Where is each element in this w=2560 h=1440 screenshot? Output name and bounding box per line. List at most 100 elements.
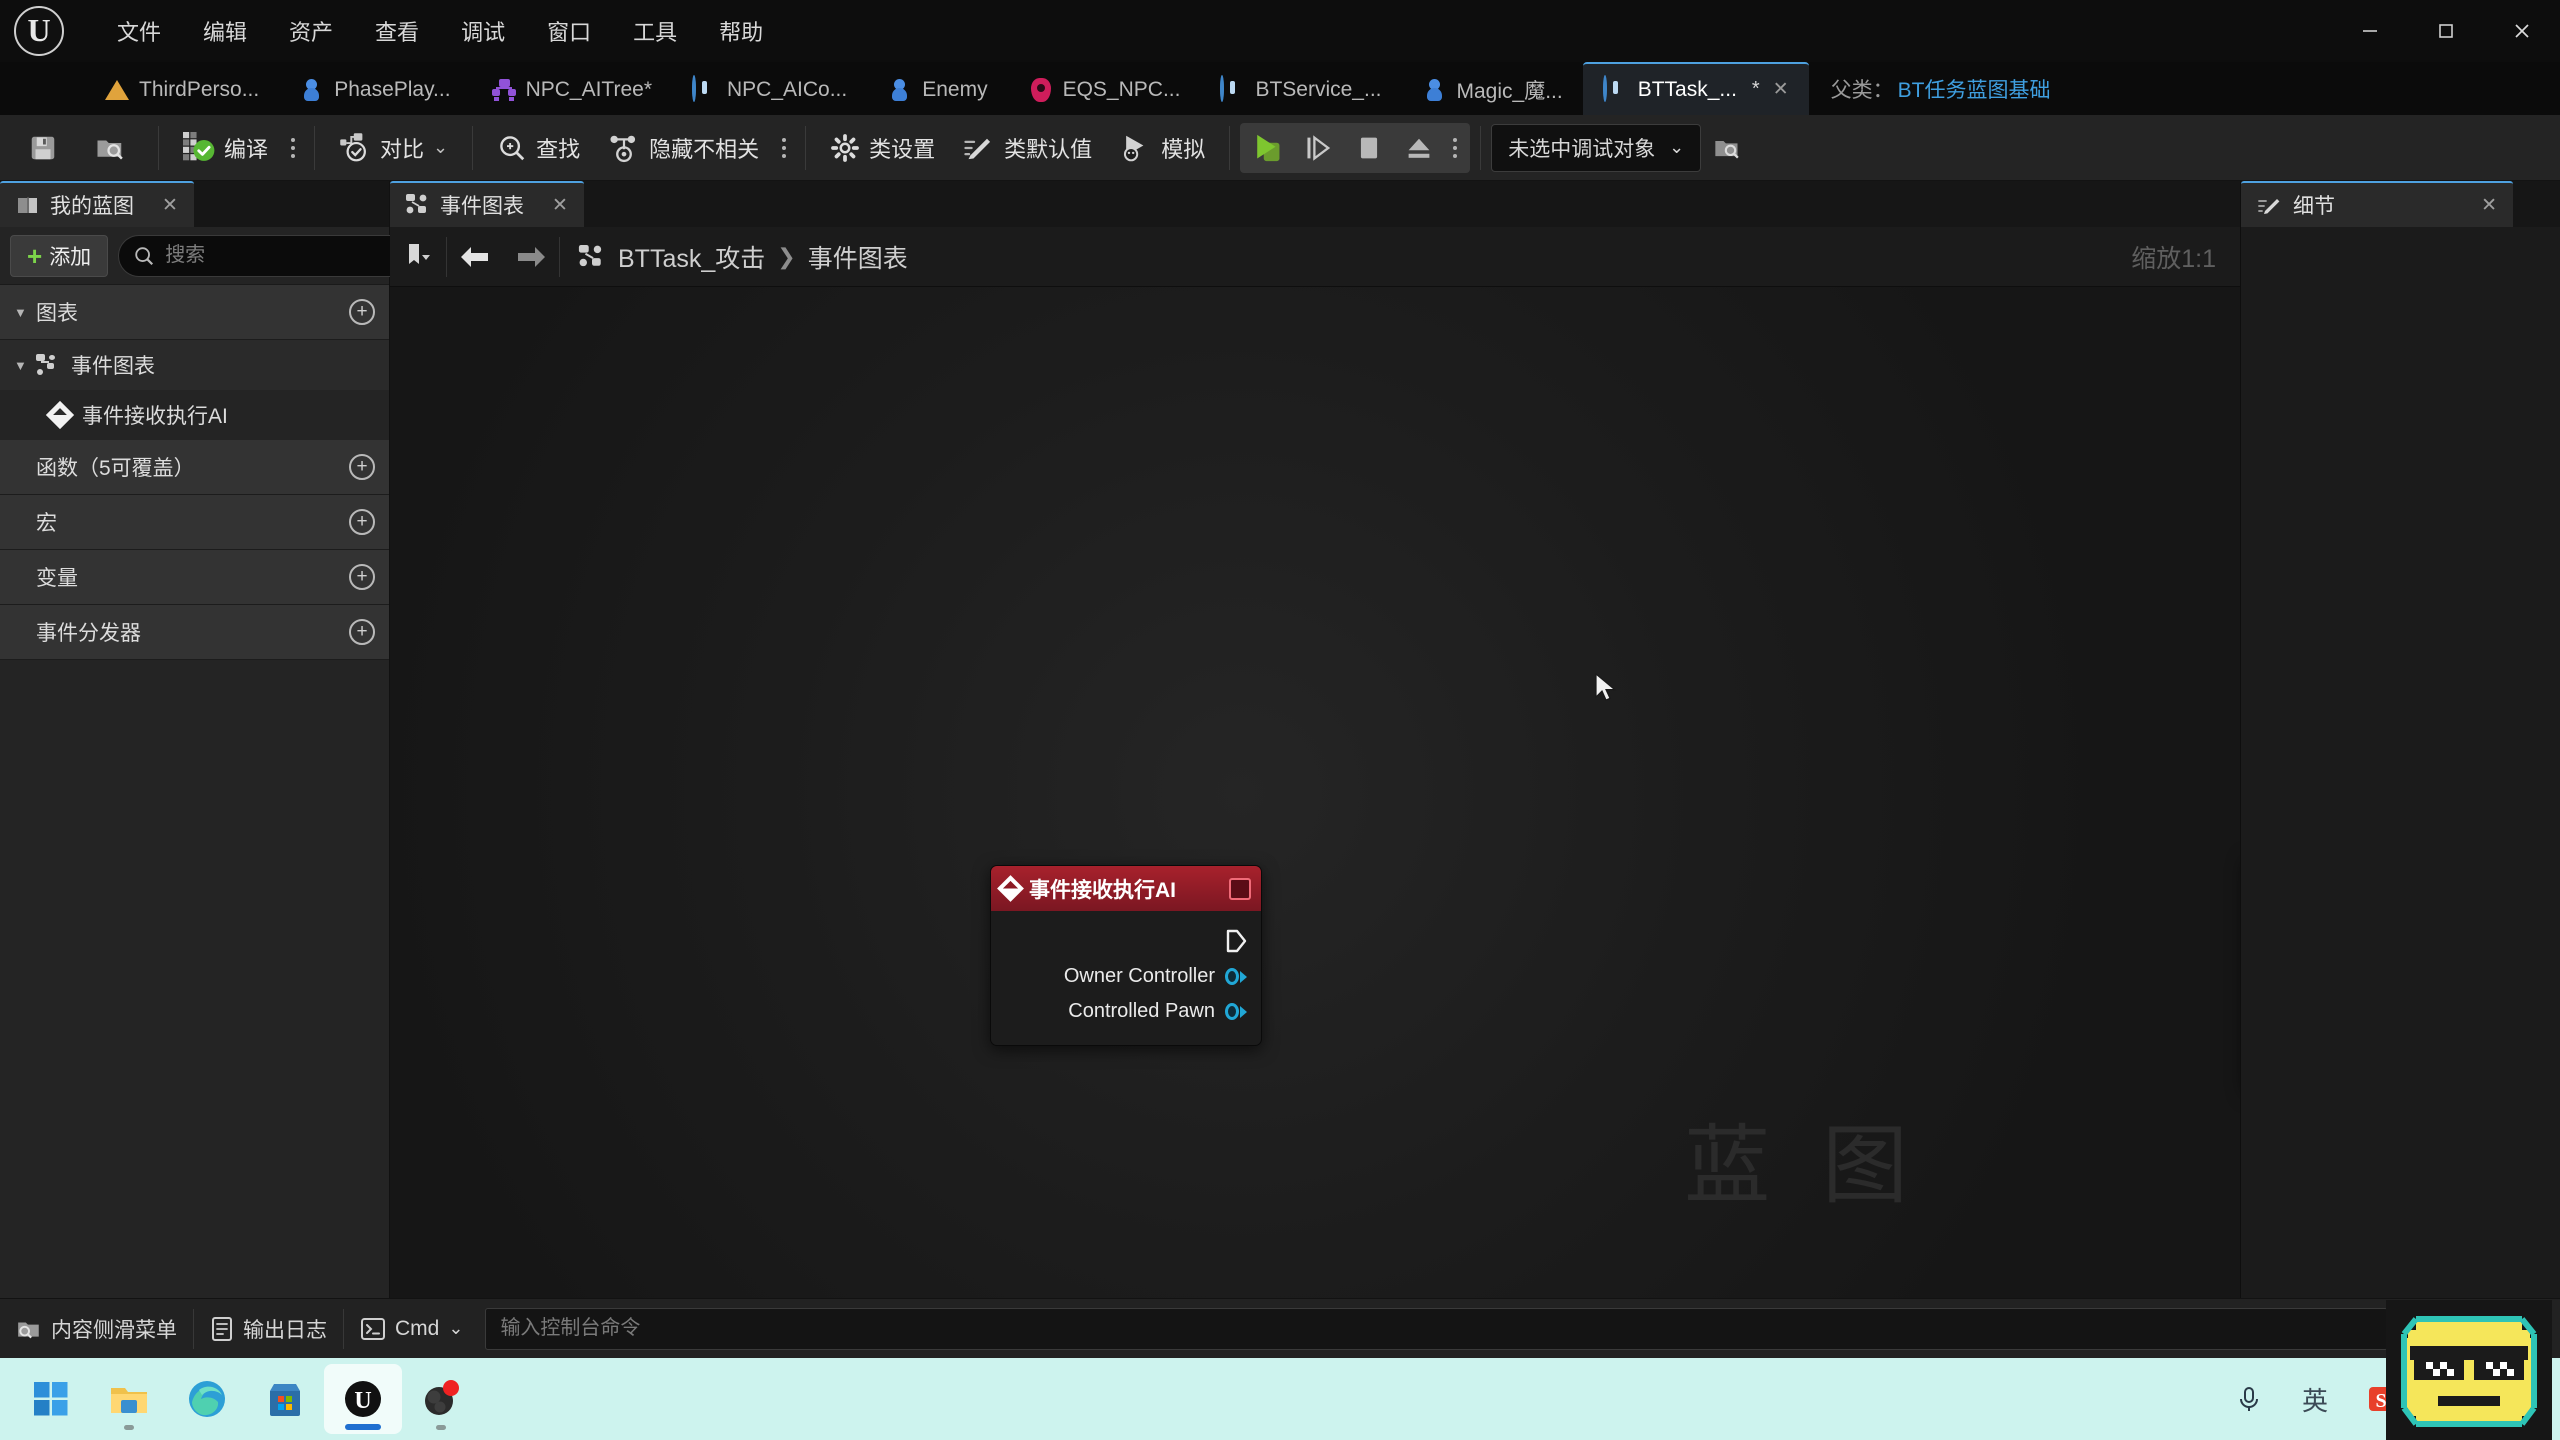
tree-item-event-receive-execute-ai[interactable]: 事件接收执行AI bbox=[0, 390, 389, 440]
asset-tab-eqs-npc[interactable]: EQS_NPC... bbox=[1008, 62, 1201, 115]
obs-studio-button[interactable] bbox=[402, 1364, 480, 1434]
content-drawer-button[interactable]: 内容侧滑菜单 bbox=[0, 1299, 193, 1359]
play-options-button[interactable] bbox=[1444, 123, 1466, 173]
menu-help[interactable]: 帮助 bbox=[698, 9, 784, 53]
object-output-pin-icon[interactable] bbox=[1225, 1002, 1247, 1021]
exec-output-pin-icon[interactable] bbox=[1226, 929, 1247, 953]
menu-debug[interactable]: 调试 bbox=[440, 9, 526, 53]
close-icon[interactable]: ✕ bbox=[552, 194, 568, 217]
navigate-forward-button[interactable] bbox=[503, 227, 559, 287]
event-node-icon bbox=[997, 875, 1024, 902]
menu-edit[interactable]: 编辑 bbox=[182, 9, 268, 53]
pin-label: Owner Controller bbox=[1063, 965, 1215, 987]
asset-tab-magic[interactable]: Magic_魔... bbox=[1402, 62, 1583, 115]
graph-canvas[interactable]: 蓝 图 事件接收执行AI Owner Controller Controlled… bbox=[390, 287, 2240, 1298]
node-event-receive-execute-ai[interactable]: 事件接收执行AI Owner Controller Controlled Paw… bbox=[990, 865, 1262, 1046]
unreal-logo-letter: U bbox=[14, 6, 64, 56]
maximize-button[interactable] bbox=[2408, 0, 2484, 62]
asset-tab-thirdperson[interactable]: ThirdPerso... bbox=[84, 62, 279, 115]
section-macros[interactable]: 宏 + bbox=[0, 495, 389, 550]
microsoft-store-button[interactable] bbox=[246, 1364, 324, 1434]
simulate-button[interactable]: 模拟 bbox=[1106, 123, 1219, 173]
search-options-button[interactable] bbox=[773, 123, 795, 173]
menu-assets[interactable]: 资产 bbox=[268, 9, 354, 53]
find-button[interactable]: 查找 bbox=[483, 123, 594, 173]
add-event-dispatcher-button[interactable]: + bbox=[349, 619, 375, 645]
section-label: 函数（5可覆盖） bbox=[36, 457, 195, 480]
asset-tab-bttask[interactable]: BTTask_... * ✕ bbox=[1582, 62, 1809, 115]
add-function-button[interactable]: + bbox=[349, 454, 375, 480]
section-graphs[interactable]: ▼ 图表 + bbox=[0, 285, 389, 340]
add-variable-button[interactable]: + bbox=[349, 564, 375, 590]
output-log-button[interactable]: 输出日志 bbox=[194, 1299, 343, 1359]
add-button[interactable]: + 添加 bbox=[10, 234, 109, 277]
skip-button[interactable] bbox=[1294, 123, 1344, 173]
navigate-back-button[interactable] bbox=[447, 227, 503, 287]
browse-content-button[interactable] bbox=[81, 123, 148, 173]
microphone-icon[interactable] bbox=[2216, 1368, 2282, 1430]
eject-button[interactable] bbox=[1394, 123, 1444, 173]
save-button[interactable] bbox=[14, 123, 81, 173]
section-event-dispatchers[interactable]: 事件分发器 + bbox=[0, 605, 389, 660]
menu-tools[interactable]: 工具 bbox=[612, 9, 698, 53]
bookmark-dropdown-button[interactable] bbox=[390, 227, 446, 287]
compile-options-button[interactable] bbox=[282, 123, 304, 173]
running-indicator bbox=[124, 1425, 134, 1430]
debug-browse-button[interactable] bbox=[1701, 123, 1753, 173]
asset-tab-npc-aitree[interactable]: NPC_AITree* bbox=[471, 62, 672, 115]
toolbar-divider bbox=[472, 125, 474, 170]
unreal-engine-button[interactable]: U bbox=[324, 1364, 402, 1434]
tab-label: 细节 bbox=[2293, 195, 2335, 218]
section-functions[interactable]: 函数（5可覆盖） + bbox=[0, 440, 389, 495]
add-graph-button[interactable]: + bbox=[349, 299, 375, 325]
section-variables[interactable]: 变量 + bbox=[0, 550, 389, 605]
microsoft-edge-button[interactable] bbox=[168, 1364, 246, 1434]
minimize-button[interactable] bbox=[2332, 0, 2408, 62]
ime-english-icon[interactable]: 英 bbox=[2282, 1368, 2348, 1430]
parent-class-value[interactable]: BT任务蓝图基础 bbox=[1898, 74, 2051, 104]
breadcrumb-item-graph[interactable]: 事件图表 bbox=[808, 239, 908, 275]
pin-row-controlled-pawn[interactable]: Controlled Pawn bbox=[991, 994, 1261, 1029]
tab-details[interactable]: 细节 ✕ bbox=[2241, 181, 2513, 227]
menu-view[interactable]: 查看 bbox=[354, 9, 440, 53]
pin-row-exec-out[interactable] bbox=[991, 923, 1261, 959]
compile-button[interactable]: 编译 bbox=[169, 123, 282, 173]
tab-event-graph[interactable]: 事件图表 ✕ bbox=[390, 181, 584, 227]
class-settings-label: 类设置 bbox=[869, 136, 936, 162]
my-blueprint-empty-space bbox=[0, 660, 389, 1298]
chevron-down-icon: ⌄ bbox=[433, 137, 449, 157]
asset-tab-phaseplay[interactable]: PhasePlay... bbox=[279, 62, 470, 115]
class-settings-button[interactable]: 类设置 bbox=[816, 123, 949, 173]
asset-tab-btservice[interactable]: BTService_... bbox=[1200, 62, 1401, 115]
unreal-logo-icon[interactable]: U bbox=[0, 0, 78, 62]
close-icon[interactable]: ✕ bbox=[162, 194, 178, 217]
console-command-input[interactable] bbox=[500, 1317, 2374, 1340]
tab-my-blueprint[interactable]: 我的蓝图 ✕ bbox=[0, 181, 194, 227]
breadcrumb-item-asset[interactable]: BTTask_攻击 bbox=[618, 239, 765, 275]
menu-file[interactable]: 文件 bbox=[96, 9, 182, 53]
asset-tab-enemy[interactable]: Enemy bbox=[867, 62, 1007, 115]
close-button[interactable] bbox=[2484, 0, 2560, 62]
play-button[interactable] bbox=[1244, 123, 1294, 173]
tree-item-event-graph[interactable]: ▼ 事件图表 bbox=[0, 340, 389, 390]
pin-row-owner-controller[interactable]: Owner Controller bbox=[991, 959, 1261, 994]
chevron-down-icon: ▼ bbox=[14, 304, 27, 320]
folder-search-icon bbox=[97, 140, 123, 160]
object-output-pin-icon[interactable] bbox=[1225, 967, 1247, 986]
debug-object-select[interactable]: 未选中调试对象 ⌄ bbox=[1491, 123, 1702, 172]
menu-window[interactable]: 窗口 bbox=[526, 9, 612, 53]
diff-button[interactable]: 对比 ⌄ bbox=[325, 123, 462, 173]
stop-button[interactable] bbox=[1344, 123, 1394, 173]
start-button[interactable] bbox=[12, 1364, 90, 1434]
console-command-input-wrap[interactable] bbox=[485, 1307, 2389, 1350]
toolbar-file-group bbox=[14, 115, 148, 181]
close-icon[interactable]: ✕ bbox=[1773, 78, 1789, 101]
asset-tab-npc-aicontroller[interactable]: NPC_AICo... bbox=[672, 62, 867, 115]
cmd-mode-dropdown[interactable]: Cmd ⌄ bbox=[344, 1299, 479, 1359]
file-explorer-button[interactable] bbox=[90, 1364, 168, 1434]
close-icon[interactable]: ✕ bbox=[2481, 194, 2497, 217]
add-macro-button[interactable]: + bbox=[349, 509, 375, 535]
class-defaults-button[interactable]: 类默认值 bbox=[949, 123, 1106, 173]
hide-unrelated-button[interactable]: 隐藏不相关 bbox=[594, 123, 773, 173]
node-breakpoint-icon[interactable] bbox=[1229, 877, 1251, 900]
